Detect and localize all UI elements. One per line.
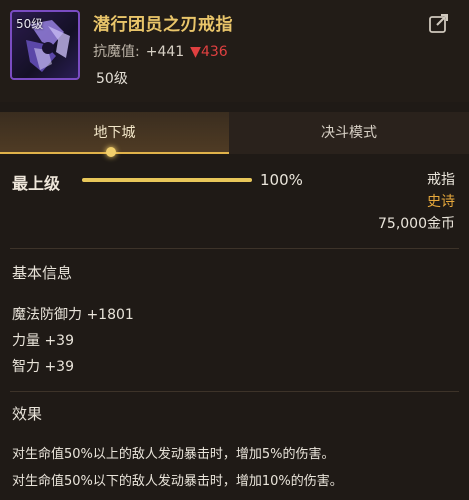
divider [10, 248, 459, 249]
item-level: 50级 [96, 71, 128, 87]
item-price: 75,000金币 [378, 216, 455, 232]
item-name: 潜行团员之刃戒指 [93, 15, 233, 35]
stat-comparison: 抗魔值: +441 ▼436 [93, 41, 228, 61]
stat-loss: ▼436 [190, 44, 228, 60]
attr-strength: 力量 +39 [12, 333, 74, 349]
tab-duel[interactable]: 决斗模式 [229, 112, 469, 154]
item-rarity: 史诗 [427, 194, 455, 210]
item-icon: 50级 [10, 10, 80, 80]
attr-magic-defense: 魔法防御力 +1801 [12, 307, 134, 323]
attr-intelligence: 智力 +39 [12, 359, 74, 375]
tab-indicator-dot [106, 147, 116, 157]
item-type: 戒指 [427, 172, 455, 188]
stat-label: 抗魔值: [93, 44, 140, 60]
share-icon[interactable] [428, 12, 450, 34]
divider [10, 391, 459, 392]
upgrade-progress-bar [82, 178, 252, 182]
upgrade-level-label: 最上级 [12, 174, 61, 193]
basic-info-title: 基本信息 [12, 264, 73, 282]
stat-gain: +441 [145, 44, 185, 60]
item-header: 50级 潜行团员之刃戒指 抗魔值: +441 ▼436 50级 [0, 0, 469, 102]
upgrade-progress-fill [82, 178, 252, 182]
effect-title: 效果 [12, 405, 43, 423]
effect-line: 对生命值50%以上的敌人发动暴击时，增加5%的伤害。 [12, 447, 335, 462]
item-tooltip-panel: 50级 潜行团员之刃戒指 抗魔值: +441 ▼436 50级 地下城 决斗模式 最… [0, 0, 469, 500]
icon-level-badge: 50级 [16, 17, 44, 31]
effect-line: 对生命值50%以下的敌人发动暴击时，增加10%的伤害。 [12, 474, 343, 489]
mode-tabs: 地下城 决斗模式 [0, 112, 469, 154]
upgrade-progress-text: 100% [260, 171, 303, 189]
